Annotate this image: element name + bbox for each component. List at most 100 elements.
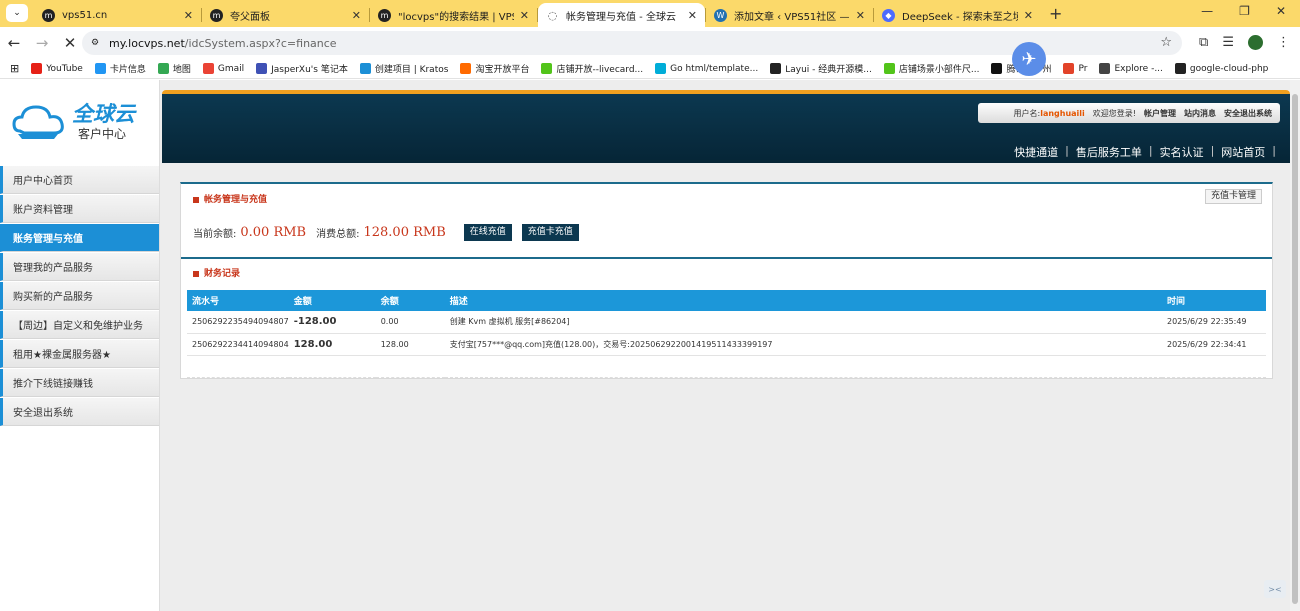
back-button[interactable]: ← [0,34,28,52]
quick-links: 快捷通道 | 售后服务工单 | 实名认证 | 网站首页 | [1014,144,1276,160]
bookmark-item[interactable]: 创建项目 | Kratos [359,62,448,75]
bookmark-label: JasperXu's 笔记本 [271,65,348,75]
bookmark-label: Explore -... [1114,63,1163,74]
bookmark-favicon-icon [31,63,43,74]
username-label: 用户名: [1013,108,1041,118]
profile-avatar[interactable] [1248,35,1263,50]
sidebar: 全球云 客户中心 用户中心首页 账户资料管理 账务管理与充值 管理我的产品服务 购买新的… [0,80,160,611]
bookmark-item[interactable]: Explore -... [1099,62,1163,75]
bookmark-label: Go html/template... [670,63,759,74]
sidebar-item-1[interactable]: 账户资料管理 [0,195,159,223]
quick-link-1[interactable]: 售后服务工单 [1076,144,1142,160]
floating-bird-icon[interactable]: ✈ [1012,42,1046,76]
online-recharge-button[interactable]: 在线充值 [463,224,512,241]
bookmark-item[interactable]: Pr [1063,62,1087,75]
logout-link[interactable]: 安全退出系统 [1224,108,1272,119]
quick-link-separator: | [1210,144,1215,157]
tab-close-icon[interactable]: ✕ [520,9,529,22]
site-messages-link[interactable]: 站内消息 [1184,108,1216,119]
floating-assistant-button[interactable]: >< [1264,580,1286,598]
bookmark-item[interactable]: 地图 [157,62,191,75]
sidebar-item-2[interactable]: 账务管理与充值 [0,224,159,252]
tab-favicon-icon: ◆ [882,8,895,22]
maximize-button[interactable]: ❐ [1239,4,1250,18]
tab-search-button[interactable]: ⌄ [6,4,28,22]
bookmark-label: Gmail [217,63,245,74]
browser-tab-4[interactable]: W 添加文章 ‹ VPS51社区 — Wor ✕ [706,3,873,27]
cell-amount: 128.00 [288,333,376,356]
tab-close-icon[interactable]: ✕ [352,9,361,22]
account-management-link[interactable]: 帐户管理 [1144,108,1176,119]
quick-link-3[interactable]: 网站首页 [1221,144,1265,160]
new-tab-button[interactable]: + [1049,4,1062,23]
toolbar-actions: ⧉ ☰ ⋮ [1199,35,1290,50]
bookmark-item[interactable]: YouTube [31,62,83,75]
page-scrollbar[interactable] [1290,80,1300,611]
bookmark-item[interactable]: Gmail [202,62,245,75]
bookmark-favicon-icon [1063,63,1075,74]
apps-icon[interactable]: ⊞ [10,62,19,75]
tab-close-icon[interactable]: ✕ [688,9,697,22]
cell-serial: 2506292234414094804 [187,333,289,356]
card-recharge-button[interactable]: 充值卡充值 [521,224,579,241]
empty-cell [187,355,1266,378]
bookmark-item[interactable]: Layui - 经典开源模... [770,62,872,75]
tab-close-icon[interactable]: ✕ [1024,9,1033,22]
brand-logo[interactable]: 全球云 客户中心 [0,80,159,165]
sidebar-item-3[interactable]: 管理我的产品服务 [0,253,159,281]
bookmark-favicon-icon [94,63,106,74]
balance-value: 0.00 RMB [240,225,307,240]
quick-link-2[interactable]: 实名认证 [1160,144,1204,160]
browser-tab-0[interactable]: m vps51.cn ✕ [34,3,201,27]
tab-close-icon[interactable]: ✕ [856,9,865,22]
reading-list-icon[interactable]: ☰ [1222,35,1234,50]
quick-link-separator: | [1272,144,1276,157]
bookmark-favicon-icon [359,63,371,74]
tab-close-icon[interactable]: ✕ [184,9,193,22]
bookmark-item[interactable]: JasperXu's 笔记本 [256,62,348,75]
browser-tab-2[interactable]: m "locvps"的搜索结果 | VPS大学 ✕ [370,3,537,27]
site-header: 用户名:langhuaili 欢迎您登录! 帐户管理 站内消息 安全退出系统 快… [162,90,1290,163]
tab-favicon-icon: m [378,8,391,22]
extensions-icon[interactable]: ⧉ [1199,35,1208,50]
sidebar-item-5[interactable]: 【周边】自定义和免维护业务 [0,311,159,339]
scrollbar-thumb[interactable] [1292,94,1298,604]
tab-title: DeepSeek - 探索未至之境 [902,11,1018,23]
bookmark-label: 淘宝开放平台 [475,65,530,75]
close-window-button[interactable]: ✕ [1276,4,1286,18]
minimize-button[interactable]: — [1201,4,1213,18]
table-row: 2506292234414094804 128.00 128.00 支付宝[757**… [187,333,1266,356]
sidebar-item-8[interactable]: 安全退出系统 [0,398,159,426]
bookmark-item[interactable]: 卡片信息 [94,62,146,75]
bookmark-item[interactable]: Go html/template... [655,62,758,75]
bookmark-item[interactable]: 店铺场景小部件尺... [883,62,979,75]
stop-loading-button[interactable]: ✕ [56,34,84,52]
bookmark-item[interactable]: google-cloud-php [1174,62,1268,75]
bookmark-item[interactable]: 淘宝开放平台 [460,62,529,75]
cell-serial: 2506292235494094807 [187,311,289,334]
sidebar-item-7[interactable]: 推介下线链接赚钱 [0,369,159,397]
balance-label: 当前余额: [193,229,237,240]
bookmark-label: YouTube [46,63,83,74]
tab-favicon-icon: m [42,8,55,22]
bookmark-item[interactable]: 店铺开放--livecard... [541,62,643,75]
quick-link-0[interactable]: 快捷通道 [1014,144,1058,160]
card-management-button[interactable]: 充值卡管理 [1204,189,1262,204]
sidebar-item-4[interactable]: 购买新的产品服务 [0,282,159,310]
bookmarks-bar: ⊞ YouTube 卡片信息 地图 Gmail JasperXu's 笔记本 创建项目 |… [0,59,1300,79]
browser-tab-1[interactable]: m 夸父面板 ✕ [202,3,369,27]
tab-favicon-icon: m [210,8,223,22]
browser-tab-5[interactable]: ◆ DeepSeek - 探索未至之境 ✕ [874,3,1041,27]
forward-button[interactable]: → [28,34,56,52]
sidebar-item-0[interactable]: 用户中心首页 [0,166,159,194]
bookmark-star-icon[interactable]: ☆ [1160,35,1172,50]
table-row: 2506292235494094807 -128.00 0.00 创建 Kvm 虚拟机… [187,311,1266,334]
site-info-icon[interactable]: ⚙ [87,35,103,51]
browser-tab-3[interactable]: ◌ 帐务管理与充值 - 全球云 ✕ [538,3,705,27]
records-header-row: 流水号 金额 余额 描述 时间 [187,290,1266,311]
window-controls: — ❐ ✕ [1201,4,1300,18]
col-desc: 描述 [444,290,1162,311]
sidebar-item-6[interactable]: 租用★裸金属服务器★ [0,340,159,368]
browser-menu-icon[interactable]: ⋮ [1277,35,1290,50]
bookmark-favicon-icon [256,63,268,74]
